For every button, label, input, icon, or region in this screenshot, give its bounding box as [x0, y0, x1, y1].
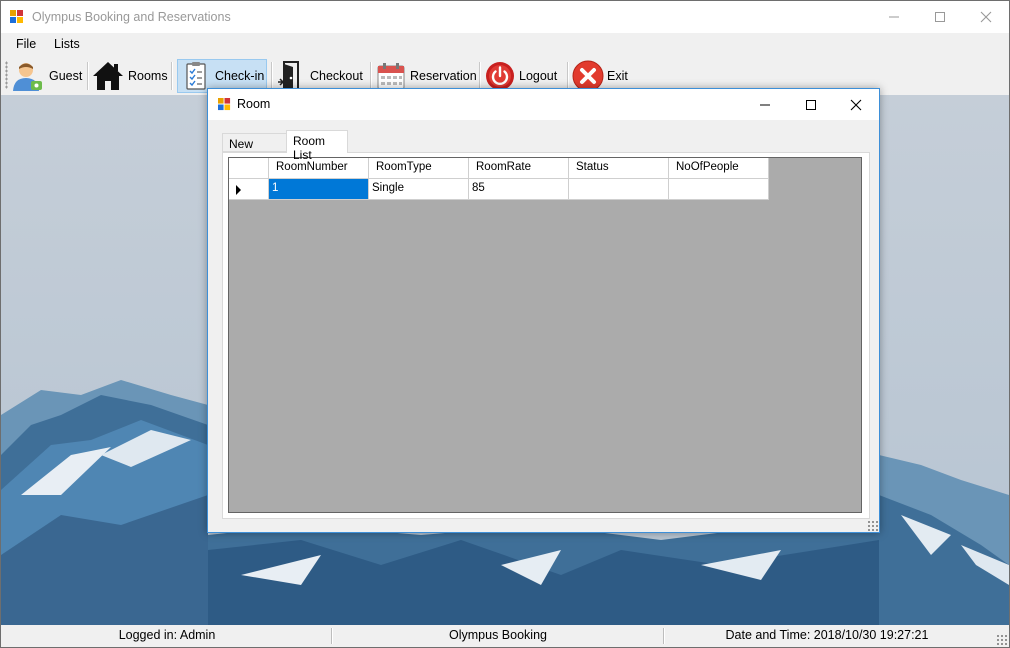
close-icon — [850, 99, 862, 110]
toolbar-grip[interactable] — [5, 61, 8, 89]
reservation-label: Reservation — [410, 69, 477, 83]
maximize-icon — [935, 12, 945, 22]
room-grid[interactable]: RoomNumber RoomType RoomRate Status NoOf… — [228, 157, 862, 513]
tab-new-room[interactable]: New Room — [222, 133, 287, 165]
clipboard-icon — [186, 62, 206, 90]
guest-button[interactable]: Guest — [11, 59, 82, 93]
column-header-roomnumber[interactable]: RoomNumber — [269, 158, 369, 179]
tab-room-list[interactable]: Room List — [286, 130, 348, 162]
toolbar-separator — [87, 62, 89, 90]
room-list-page: RoomNumber RoomType RoomRate Status NoOf… — [222, 152, 870, 519]
cell-status[interactable] — [569, 179, 669, 200]
toolbar-separator — [479, 62, 481, 90]
row-header[interactable] — [229, 179, 269, 200]
title-bar: Olympus Booking and Reservations — [1, 1, 1009, 33]
room-window-title: Room — [237, 97, 271, 111]
room-minimize-button[interactable] — [742, 89, 788, 120]
grid-corner[interactable] — [229, 158, 269, 179]
toolbar-separator — [567, 62, 569, 90]
minimize-icon — [889, 16, 899, 18]
cell-roomnumber[interactable]: 1 — [269, 179, 369, 200]
column-header-roomrate[interactable]: RoomRate — [469, 158, 569, 179]
power-icon — [486, 62, 514, 90]
table-row[interactable]: 1 Single 85 — [229, 179, 769, 200]
column-header-status[interactable]: Status — [569, 158, 669, 179]
checkout-label: Checkout — [310, 69, 363, 83]
toolbar-separator — [171, 62, 173, 90]
app-icon — [218, 98, 231, 111]
status-bar: Logged in: Admin Olympus Booking Date an… — [1, 625, 1009, 647]
room-window: Room New Room Room List RoomNumber RoomT… — [207, 88, 880, 533]
close-button[interactable] — [963, 1, 1009, 33]
cell-roomtype[interactable]: Single — [369, 179, 469, 200]
column-header-roomtype[interactable]: RoomType — [369, 158, 469, 179]
minimize-button[interactable] — [871, 1, 917, 33]
maximize-icon — [806, 99, 816, 110]
app-icon — [10, 10, 23, 23]
menu-file[interactable]: File — [16, 37, 36, 51]
user-icon — [13, 63, 42, 91]
close-icon — [980, 11, 992, 23]
toolbar-separator — [271, 62, 273, 90]
calendar-icon — [377, 63, 405, 90]
column-header-noofpeople[interactable]: NoOfPeople — [669, 158, 769, 179]
room-title-bar[interactable]: Room — [208, 89, 879, 120]
status-logged-in: Logged in: Admin — [118, 628, 216, 642]
room-maximize-button[interactable] — [788, 89, 834, 120]
logout-label: Logout — [519, 69, 558, 83]
rooms-button[interactable]: Rooms — [92, 59, 168, 93]
resize-grip[interactable] — [996, 634, 1007, 645]
maximize-button[interactable] — [917, 1, 963, 33]
house-icon — [93, 62, 123, 90]
cell-noofpeople[interactable] — [669, 179, 769, 200]
status-center: Olympus Booking — [449, 628, 547, 642]
checkin-label: Check-in — [215, 69, 265, 83]
status-datetime: Date and Time: 2018/10/30 19:27:21 — [725, 628, 929, 642]
minimize-icon — [760, 104, 770, 105]
room-close-button[interactable] — [833, 89, 879, 120]
room-resize-grip[interactable] — [867, 520, 878, 531]
menu-bar: File Lists — [1, 33, 1009, 55]
toolbar-separator — [370, 62, 372, 90]
guest-label: Guest — [49, 69, 83, 83]
window-title: Olympus Booking and Reservations — [32, 10, 231, 24]
current-row-arrow-icon — [236, 185, 241, 195]
rooms-label: Rooms — [128, 69, 168, 83]
exit-label: Exit — [607, 69, 628, 83]
menu-lists[interactable]: Lists — [54, 37, 80, 51]
cell-roomrate[interactable]: 85 — [469, 179, 569, 200]
